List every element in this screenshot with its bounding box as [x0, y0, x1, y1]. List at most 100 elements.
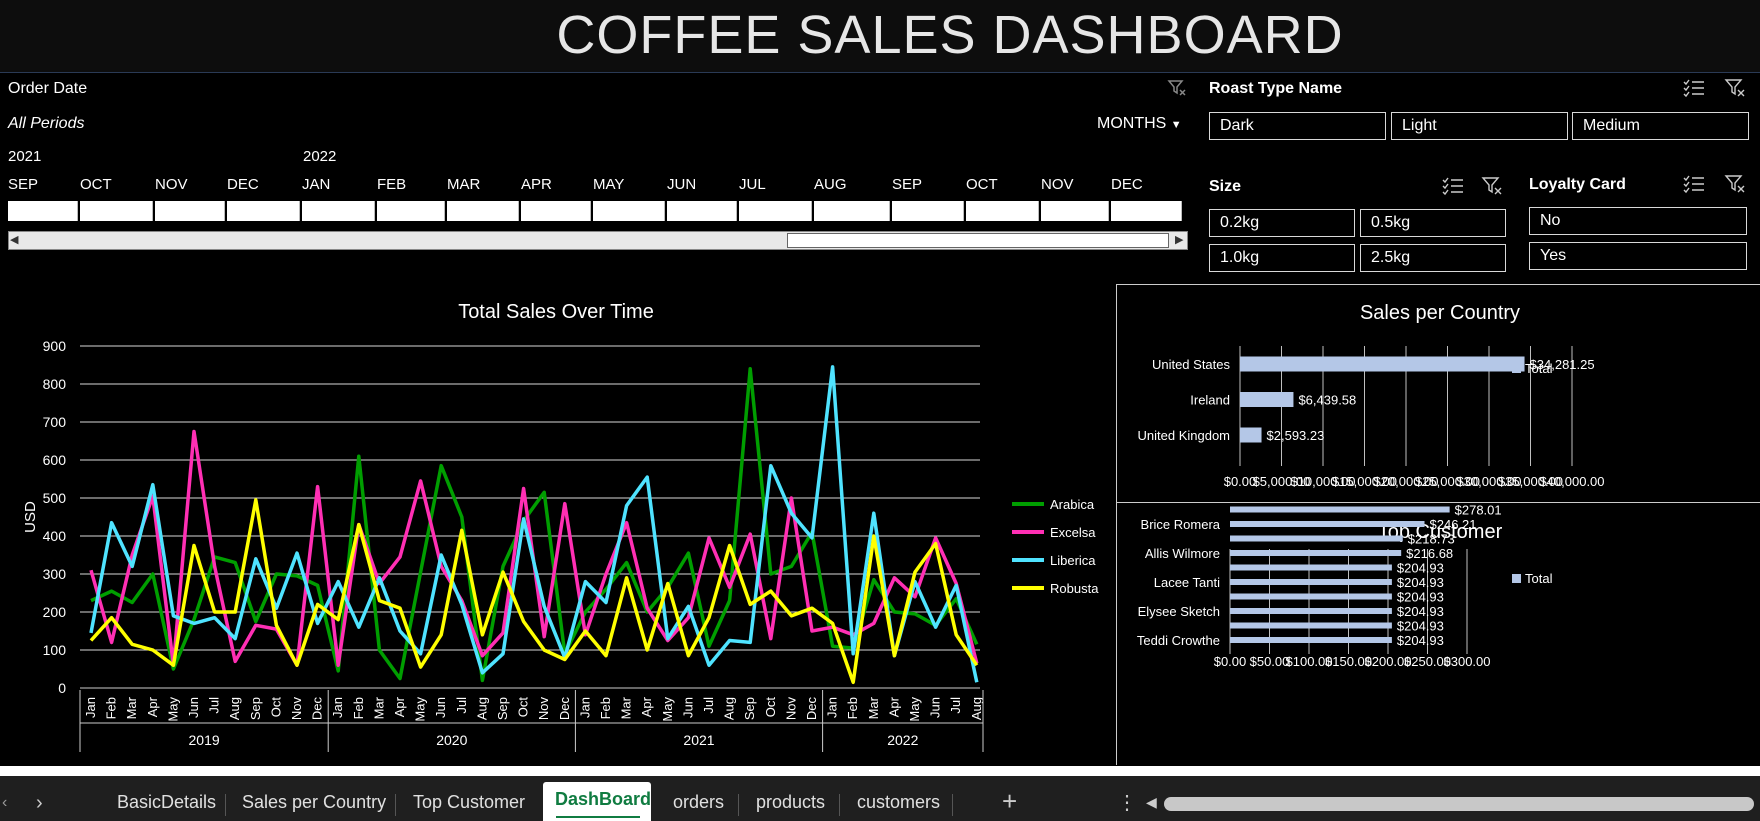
chevron-right-icon[interactable]: ›	[36, 792, 43, 815]
x-tick-label: Apr	[639, 696, 654, 717]
x-tick-label: Feb	[104, 697, 119, 719]
x-year-label: 2020	[436, 732, 467, 748]
timeline-month-cell[interactable]	[8, 201, 78, 221]
timeline-level-label: MONTHS	[1097, 115, 1167, 132]
x-tick-label: Dec	[557, 697, 572, 721]
x-tick-label: $0.00	[1214, 654, 1247, 669]
clear-filter-icon[interactable]	[1481, 176, 1503, 201]
scroll-left-icon[interactable]: ◀	[10, 233, 18, 246]
x-tick-label: Mar	[371, 696, 386, 719]
timeline-month-cell[interactable]	[447, 201, 519, 221]
bar-category-label: Teddi Crowthe	[1137, 633, 1220, 648]
timeline-month-cell[interactable]	[1111, 201, 1182, 221]
size-option-0-2kg[interactable]: 0.2kg	[1209, 209, 1355, 237]
timeline-level-dropdown[interactable]: MONTHS ▼	[1097, 115, 1182, 133]
bar	[1230, 608, 1392, 614]
timeline-month-label: FEB	[377, 176, 407, 193]
bar-value-label: $204.93	[1397, 633, 1444, 648]
bar	[1230, 521, 1425, 527]
tab-separator	[839, 794, 840, 816]
tab-basicdetails[interactable]: BasicDetails	[117, 792, 216, 813]
tab-sales-per-country[interactable]: Sales per Country	[242, 792, 386, 813]
timeline-month-cell[interactable]	[814, 201, 890, 221]
roast-option-medium[interactable]: Medium	[1572, 112, 1749, 140]
multi-select-icon[interactable]	[1683, 78, 1705, 103]
size-option-2-5kg[interactable]: 2.5kg	[1360, 244, 1506, 272]
tab-orders[interactable]: orders	[673, 792, 724, 813]
timeline-month-label: OCT	[80, 176, 112, 193]
sheet-tab-bar: ‹ › BasicDetails Sales per Country Top C…	[0, 766, 1760, 821]
bar	[1230, 593, 1392, 600]
bar	[1240, 356, 1525, 372]
timeline-month-cell[interactable]	[377, 201, 445, 221]
timeline-month-cell[interactable]	[521, 201, 591, 221]
tab-customers[interactable]: customers	[857, 792, 940, 813]
size-option-0-5kg[interactable]: 0.5kg	[1360, 209, 1506, 237]
loyalty-option-yes[interactable]: Yes	[1529, 242, 1747, 270]
y-tick-label: 100	[43, 642, 67, 658]
tab-products[interactable]: products	[756, 792, 825, 813]
timeline-month-label: SEP	[8, 176, 39, 193]
clear-filter-icon[interactable]	[1724, 78, 1746, 103]
timeline-month-label: NOV	[155, 176, 188, 193]
timeline-month-cell[interactable]	[80, 201, 153, 221]
bar-category-label: Brice Romera	[1141, 517, 1221, 532]
scroll-right-icon[interactable]: ▶	[1175, 233, 1183, 246]
timeline-month-cell[interactable]	[593, 201, 665, 221]
multi-select-icon[interactable]	[1683, 174, 1705, 199]
legend-swatch	[1512, 574, 1521, 583]
horizontal-scrollbar[interactable]	[1164, 797, 1754, 811]
x-tick-label: Dec	[310, 697, 325, 721]
x-year-label: 2021	[683, 732, 714, 748]
chevron-left-icon[interactable]: ‹	[2, 794, 7, 812]
roast-option-dark[interactable]: Dark	[1209, 112, 1386, 140]
timeline-month-cell[interactable]	[667, 201, 737, 221]
x-year-label: 2019	[189, 732, 220, 748]
add-sheet-button[interactable]: +	[1002, 786, 1017, 817]
x-tick-label: Jun	[186, 697, 201, 718]
x-tick-label: Mar	[124, 696, 139, 719]
bar-value-label: $216.68	[1406, 546, 1453, 561]
timeline-month-label: NOV	[1041, 176, 1074, 193]
timeline-year: 2021	[8, 148, 42, 165]
timeline-scroll-thumb[interactable]	[787, 233, 1169, 248]
x-tick-label: Jun	[928, 697, 943, 718]
y-tick-label: 600	[43, 452, 67, 468]
legend-swatch	[1512, 364, 1521, 373]
bar-chart-title: Sales per Country	[1360, 302, 1520, 324]
x-tick-label: Aug	[227, 697, 242, 720]
x-tick-label: Aug	[474, 697, 489, 720]
more-options-icon[interactable]: ⋮	[1117, 790, 1137, 815]
clear-filter-icon[interactable]	[1167, 78, 1187, 103]
x-tick-label: $50.00	[1250, 654, 1290, 669]
clear-filter-icon[interactable]	[1724, 174, 1746, 199]
bar	[1240, 392, 1294, 407]
x-tick-label: Apr	[392, 696, 407, 717]
timeline-header: Order Date	[8, 80, 88, 97]
x-tick-label: Jul	[207, 697, 222, 714]
timeline-month-cell[interactable]	[302, 201, 375, 221]
timeline-month-cell[interactable]	[892, 201, 964, 221]
tab-top-customer[interactable]: Top Customer	[413, 792, 525, 813]
size-option-1-0kg[interactable]: 1.0kg	[1209, 244, 1355, 272]
timeline-month-label: DEC	[227, 176, 259, 193]
loyalty-option-no[interactable]: No	[1529, 207, 1747, 235]
scroll-left-icon[interactable]: ◀	[1146, 794, 1157, 811]
timeline-month-cell[interactable]	[739, 201, 812, 221]
tab-dashboard[interactable]: DashBoard	[555, 789, 651, 810]
timeline-month-cell[interactable]	[227, 201, 300, 221]
timeline-month-cell[interactable]	[155, 201, 225, 221]
bar	[1230, 550, 1402, 556]
legend-label: Total	[1525, 361, 1553, 376]
x-tick-label: Sep	[495, 697, 510, 720]
timeline-month-cell[interactable]	[1041, 201, 1109, 221]
timeline-month-label: JUL	[739, 176, 766, 193]
roast-option-light[interactable]: Light	[1391, 112, 1568, 140]
x-tick-label: Oct	[268, 697, 283, 718]
multi-select-icon[interactable]	[1442, 176, 1464, 201]
tab-separator	[225, 794, 226, 816]
y-tick-label: 800	[43, 376, 67, 392]
bar-value-label: $218.73	[1408, 532, 1455, 547]
bar-value-label: $2,593.23	[1267, 428, 1325, 443]
timeline-month-cell[interactable]	[966, 201, 1039, 221]
